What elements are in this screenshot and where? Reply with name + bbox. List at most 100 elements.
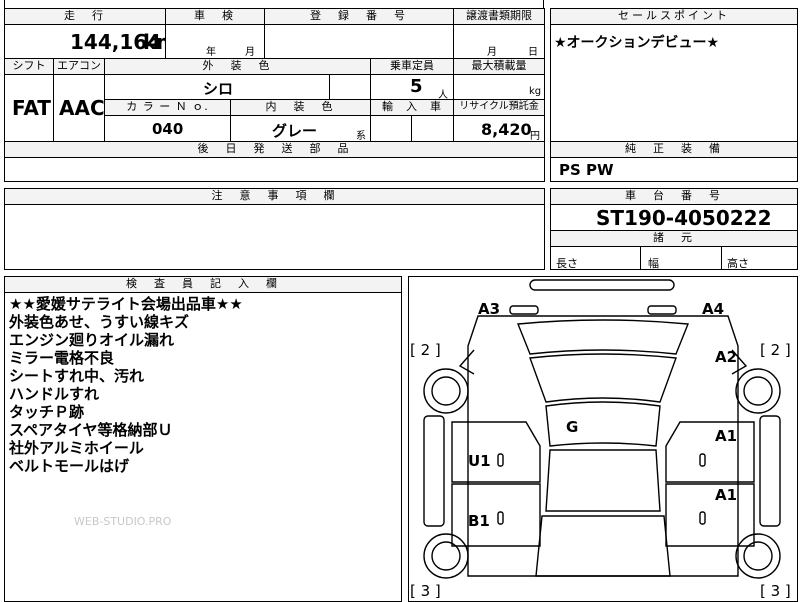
ac-value: AAC [59,96,105,120]
note-line: 社外アルミホイール [9,439,144,457]
label-a1-top: A1 [715,427,738,445]
rear-window-shape [545,449,661,512]
left-rear-handle-shape [497,511,504,525]
left-front-door-shape [451,421,541,483]
genuine-header: 純 正 装 備 [550,141,798,158]
caution-header: 注 意 事 項 欄 [4,188,545,205]
caution-cell [4,204,545,270]
chassis-value: ST190-4050222 [596,206,772,230]
label-a2: A2 [715,348,738,366]
color-no-value: 040 [152,120,184,138]
interior-header: 内 装 色 [230,99,371,116]
color-no-header: カ ラ ー Ｎ ｏ. [104,99,231,116]
left-front-hub-shape [431,376,461,406]
note-line: ミラー電格不良 [9,349,115,367]
left-headlight-shape [509,305,539,315]
sales-point-header: セールスポイント [550,8,798,25]
inspection-month-unit: 月 [245,47,255,58]
later-parts-cell [4,157,545,182]
registration-header: 登 録 番 号 [264,8,454,25]
inspector-header: 検 査 員 記 入 欄 [4,276,402,293]
width-label: 幅 [648,257,659,270]
height-label: 高さ [727,257,749,270]
capacity-value: 5 [410,76,423,97]
exterior-value: シロ [203,80,234,98]
right-front-handle-shape [699,453,706,467]
import-header: 輸 入 車 [370,99,454,116]
recycle-value: 8,420 [481,120,532,139]
windshield-shape [529,353,677,403]
note-line: スペアタイヤ等格納部Ｕ [9,421,173,439]
exterior-extra-cell [329,74,371,100]
right-rear-wheel-shape [735,533,781,579]
note-line: シートすれ中、汚れ [9,367,145,385]
right-front-wheel-shape [735,368,781,414]
ac-header: エアコン [53,58,105,75]
right-front-hub-shape [743,376,773,406]
inspector-notes: ★★愛媛サテライト会場出品車★★ 外装色あせ、うすい線キズ エンジン廻りオイル漏… [9,295,243,475]
right-headlight-shape [647,305,677,315]
chassis-header: 車 台 番 号 [550,188,798,205]
right-rear-hub-shape [743,541,773,571]
left-rear-hub-shape [431,541,461,571]
right-rear-door-shape [665,483,755,547]
max-load-header: 最大積載量 [453,58,545,75]
label-u1: U1 [468,452,491,470]
label-a3: A3 [478,300,501,318]
import-cell-a [370,115,412,142]
trunk-shape [535,515,671,577]
note-line: ベルトモールはげ [9,457,130,475]
left-front-handle-shape [497,453,504,467]
interior-unit: 系 [356,131,366,142]
transfer-day-unit: 日 [528,47,538,58]
car-body-outline [467,315,739,577]
registration-cell [264,24,454,59]
note-line: タッチＰ跡 [9,403,85,421]
dimensions-header: 諸 元 [550,230,798,247]
inspection-year-unit: 年 [206,47,216,58]
shift-value: FAT [12,96,51,120]
exterior-header: 外 装 色 [104,58,371,75]
car-diagram [423,279,781,579]
shift-header: シフト [4,58,54,75]
note-line: エンジン廻りオイル漏れ [9,331,175,349]
right-sill-shape [759,415,781,527]
label-bracket-left-bottom: [ 3 ] [410,582,441,600]
right-front-door-shape [665,421,755,483]
later-parts-header: 後 日 発 送 部 品 [4,141,545,158]
mileage-header: 走 行 [4,8,166,25]
recycle-unit: 円 [530,131,540,142]
label-a1-bottom: A1 [715,486,738,504]
note-line: 外装色あせ、うすい線キズ [9,313,190,331]
top-strip [4,0,544,8]
right-rear-handle-shape [699,511,706,525]
label-g: G [566,418,579,436]
import-cell-b [411,115,454,142]
genuine-value: PS PW [559,161,614,179]
left-front-wheel-shape [423,368,469,414]
watermark: WEB-STUDIO.PRO [74,515,172,528]
label-a4: A4 [702,300,725,318]
label-bracket-right-top: [ 2 ] [760,341,791,359]
front-bumper-shape [529,279,675,291]
left-mirror-shape [458,349,475,375]
transfer-month-unit: 月 [487,47,497,58]
label-bracket-left-top: [ 2 ] [410,341,441,359]
note-line: ★★愛媛サテライト会場出品車★★ [9,295,243,313]
sales-point-text: ★オークションデビュー★ [554,35,720,51]
hood-shape [517,319,689,355]
note-line: ハンドルすれ [9,385,100,403]
interior-value: グレー [272,122,318,140]
inspection-header: 車 検 [165,8,265,25]
label-b1: B1 [468,512,490,530]
transfer-header: 譲渡書類期限 [453,8,545,25]
max-load-unit: kg [529,86,542,97]
capacity-header: 乗車定員 [370,58,454,75]
left-sill-shape [423,415,445,527]
length-label: 長さ [556,257,578,270]
roof-shape [545,401,661,447]
label-bracket-right-bottom: [ 3 ] [760,582,791,600]
left-rear-wheel-shape [423,533,469,579]
recycle-header: リサイクル預託金 [453,99,545,116]
left-rear-door-shape [451,483,541,547]
